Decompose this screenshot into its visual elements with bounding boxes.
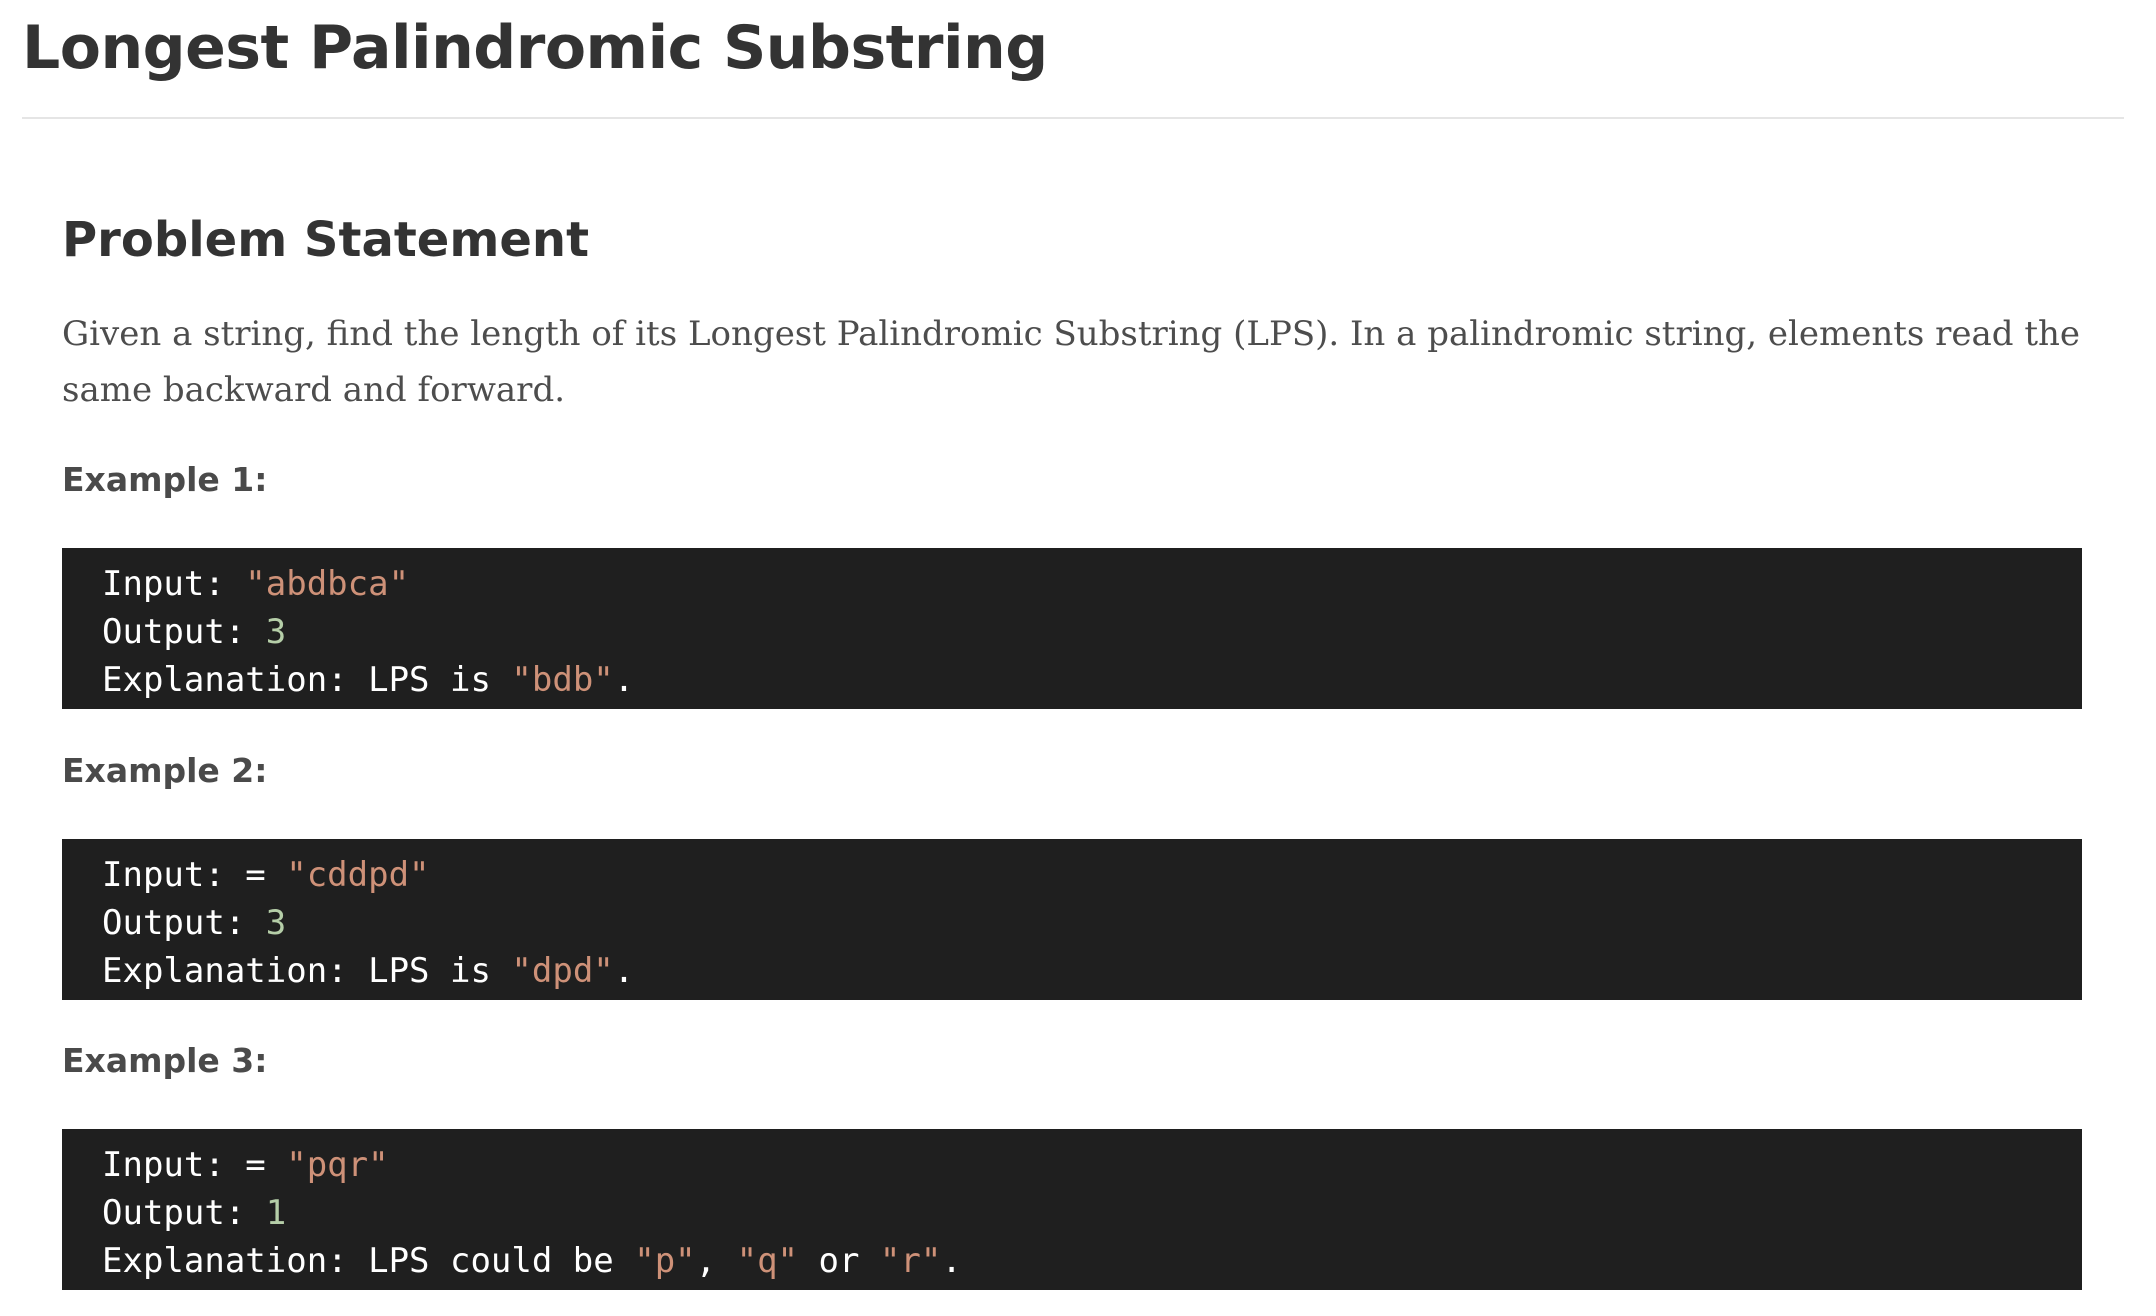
output-value: 1: [265, 1193, 287, 1233]
example-1-label: Example 1:: [62, 460, 268, 499]
page-title: Longest Palindromic Substring: [22, 13, 1048, 83]
example-3-label: Example 3:: [62, 1041, 268, 1080]
explanation-value: "dpd": [511, 951, 614, 991]
example-3-code-block: Input: = "pqr" Output: 1 Explanation: LPS …: [62, 1129, 2082, 1290]
example-2-label: Example 2:: [62, 751, 268, 790]
output-prefix: Output:: [102, 612, 266, 652]
explanation-value-p: "p": [634, 1241, 696, 1281]
input-value: "cddpd": [286, 855, 430, 895]
explanation-prefix: Explanation: LPS is: [102, 660, 512, 700]
example-3-output-line: Output: 1: [102, 1189, 2082, 1237]
example-3-input-line: Input: = "pqr": [102, 1141, 2082, 1189]
input-prefix: Input:: [102, 564, 246, 604]
explanation-suffix: .: [613, 951, 635, 991]
example-2-explanation-line: Explanation: LPS is "dpd".: [102, 947, 2082, 995]
example-1-explanation-line: Explanation: LPS is "bdb".: [102, 656, 2082, 704]
explanation-separator: ,: [695, 1241, 737, 1281]
example-1-code-block: Input: "abdbca" Output: 3 Explanation: LPS…: [62, 548, 2082, 709]
explanation-suffix: .: [613, 660, 635, 700]
title-divider: [22, 117, 2124, 119]
explanation-prefix: Explanation: LPS could be: [102, 1241, 635, 1281]
output-prefix: Output:: [102, 1193, 266, 1233]
example-2-input-line: Input: = "cddpd": [102, 851, 2082, 899]
problem-statement: Given a string, find the length of its L…: [62, 314, 2081, 410]
explanation-prefix: Explanation: LPS is: [102, 951, 512, 991]
output-prefix: Output:: [102, 903, 266, 943]
input-value: "abdbca": [245, 564, 410, 604]
explanation-separator: or: [798, 1241, 880, 1281]
example-3-explanation-line: Explanation: LPS could be "p", "q" or "r…: [102, 1237, 2082, 1285]
section-heading: Problem Statement: [62, 212, 590, 268]
output-value: 3: [265, 612, 287, 652]
explanation-value-r: "r": [879, 1241, 942, 1281]
example-1-input-line: Input: "abdbca": [102, 560, 2082, 608]
example-2-code-block: Input: = "cddpd" Output: 3 Explanation: LP…: [62, 839, 2082, 1000]
example-1-output-line: Output: 3: [102, 608, 2082, 656]
explanation-value-q: "q": [736, 1241, 799, 1281]
explanation-suffix: .: [941, 1241, 962, 1281]
input-value: "pqr": [286, 1145, 389, 1185]
input-prefix: Input: =: [102, 855, 287, 895]
example-2-output-line: Output: 3: [102, 899, 2082, 947]
explanation-value: "bdb": [511, 660, 614, 700]
output-value: 3: [265, 903, 287, 943]
input-prefix: Input: =: [102, 1145, 287, 1185]
